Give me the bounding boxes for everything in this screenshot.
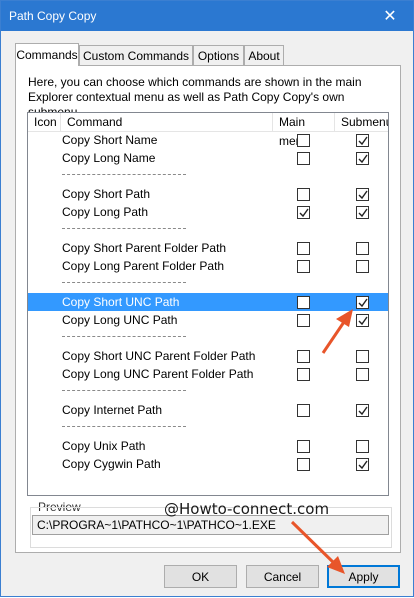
tab-custom-commands[interactable]: Custom Commands bbox=[79, 45, 193, 65]
table-row[interactable]: Copy Long Name bbox=[28, 149, 388, 167]
main-menu-checkbox[interactable] bbox=[297, 242, 310, 255]
column-header-submenu[interactable]: Submenu bbox=[335, 113, 388, 132]
table-row[interactable]: Copy Unix Path bbox=[28, 437, 388, 455]
main-menu-checkbox[interactable] bbox=[297, 206, 310, 219]
window-title: Path Copy Copy bbox=[9, 9, 97, 23]
submenu-checkbox[interactable] bbox=[356, 260, 369, 273]
separator bbox=[62, 336, 186, 337]
table-row[interactable]: Copy Long UNC Parent Folder Path bbox=[28, 365, 388, 383]
main-menu-checkbox[interactable] bbox=[297, 440, 310, 453]
separator bbox=[62, 426, 186, 427]
separator bbox=[62, 390, 186, 391]
submenu-checkbox[interactable] bbox=[356, 152, 369, 165]
watermark-text: @Howto-connect.com bbox=[164, 500, 330, 518]
close-icon[interactable]: ✕ bbox=[367, 1, 413, 31]
command-label: Copy Long Name bbox=[62, 151, 156, 165]
tab-about[interactable]: About bbox=[244, 45, 284, 65]
main-menu-checkbox[interactable] bbox=[297, 134, 310, 147]
apply-button[interactable]: Apply bbox=[327, 565, 400, 588]
main-menu-checkbox[interactable] bbox=[297, 404, 310, 417]
submenu-checkbox[interactable] bbox=[356, 242, 369, 255]
table-row[interactable]: Copy Short UNC Path bbox=[28, 293, 388, 311]
path-copy-copy-window: Path Copy Copy ✕ Commands Custom Command… bbox=[0, 0, 414, 597]
main-menu-checkbox[interactable] bbox=[297, 296, 310, 309]
tab-commands[interactable]: Commands bbox=[15, 43, 79, 66]
command-label: Copy Long UNC Parent Folder Path bbox=[62, 367, 254, 381]
main-menu-checkbox[interactable] bbox=[297, 368, 310, 381]
submenu-checkbox[interactable] bbox=[356, 206, 369, 219]
command-label: Copy Short Parent Folder Path bbox=[62, 241, 227, 255]
table-row[interactable]: Copy Short Parent Folder Path bbox=[28, 239, 388, 257]
title-bar[interactable]: Path Copy Copy ✕ bbox=[1, 1, 413, 31]
table-row[interactable]: Copy Long Parent Folder Path bbox=[28, 257, 388, 275]
ok-button[interactable]: OK bbox=[164, 565, 237, 588]
submenu-checkbox[interactable] bbox=[356, 350, 369, 363]
submenu-checkbox[interactable] bbox=[356, 296, 369, 309]
preview-field: C:\PROGRA~1\PATHCO~1\PATHCO~1.EXE bbox=[32, 515, 389, 535]
main-menu-checkbox[interactable] bbox=[297, 350, 310, 363]
separator bbox=[62, 228, 186, 229]
commands-tab-panel: Here, you can choose which commands are … bbox=[15, 65, 401, 553]
submenu-checkbox[interactable] bbox=[356, 188, 369, 201]
table-row[interactable]: Copy Cygwin Path bbox=[28, 455, 388, 473]
column-header-icon[interactable]: Icon bbox=[28, 113, 61, 132]
command-label: Copy Unix Path bbox=[62, 439, 146, 453]
table-row[interactable]: Copy Short Name bbox=[28, 131, 388, 149]
tab-options[interactable]: Options bbox=[193, 45, 244, 65]
submenu-checkbox[interactable] bbox=[356, 314, 369, 327]
column-header-main-menu[interactable]: Main menu bbox=[273, 113, 335, 148]
command-label: Copy Long Path bbox=[62, 205, 149, 219]
list-header: Icon Command Main menu Submenu bbox=[28, 113, 388, 148]
table-row[interactable]: Copy Short Path bbox=[28, 185, 388, 203]
main-menu-checkbox[interactable] bbox=[297, 314, 310, 327]
cancel-button[interactable]: Cancel bbox=[246, 565, 319, 588]
submenu-checkbox[interactable] bbox=[356, 458, 369, 471]
command-label: Copy Long Parent Folder Path bbox=[62, 259, 225, 273]
main-menu-checkbox[interactable] bbox=[297, 152, 310, 165]
command-label: Copy Long UNC Path bbox=[62, 313, 178, 327]
command-label: Copy Short UNC Parent Folder Path bbox=[62, 349, 256, 363]
command-label: Copy Cygwin Path bbox=[62, 457, 161, 471]
column-header-command[interactable]: Command bbox=[61, 113, 273, 132]
command-label: Copy Short Path bbox=[62, 187, 151, 201]
command-label: Copy Short Name bbox=[62, 133, 158, 147]
main-menu-checkbox[interactable] bbox=[297, 188, 310, 201]
commands-list[interactable]: Icon Command Main menu Submenu Copy Shor… bbox=[27, 112, 389, 496]
table-row[interactable]: Copy Long UNC Path bbox=[28, 311, 388, 329]
table-row[interactable]: Copy Internet Path bbox=[28, 401, 388, 419]
submenu-checkbox[interactable] bbox=[356, 404, 369, 417]
command-label: Copy Short UNC Path bbox=[62, 295, 180, 309]
table-row[interactable]: Copy Short UNC Parent Folder Path bbox=[28, 347, 388, 365]
main-menu-checkbox[interactable] bbox=[297, 458, 310, 471]
main-menu-checkbox[interactable] bbox=[297, 260, 310, 273]
command-label: Copy Internet Path bbox=[62, 403, 163, 417]
separator bbox=[62, 282, 186, 283]
separator bbox=[62, 174, 186, 175]
table-row[interactable]: Copy Long Path bbox=[28, 203, 388, 221]
submenu-checkbox[interactable] bbox=[356, 368, 369, 381]
submenu-checkbox[interactable] bbox=[356, 440, 369, 453]
submenu-checkbox[interactable] bbox=[356, 134, 369, 147]
